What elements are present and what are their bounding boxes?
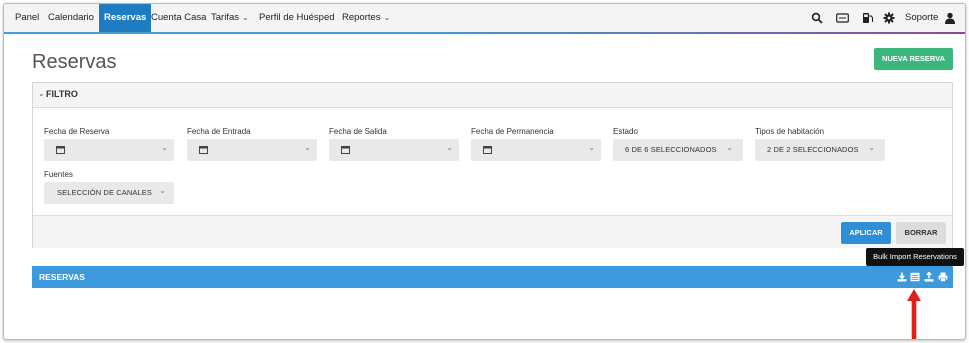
filter-footer: APLICAR BORRAR bbox=[33, 215, 952, 248]
filter-label-checkout-date: Fecha de Salida bbox=[329, 127, 387, 136]
chevron-down-icon: ⌄ bbox=[868, 143, 875, 152]
calendar-icon bbox=[199, 146, 208, 154]
new-reservation-button[interactable]: NUEVA RESERVA bbox=[874, 48, 953, 70]
chevron-down-icon: ⌄ bbox=[241, 13, 249, 22]
chevron-down-icon: ⌄ bbox=[38, 89, 45, 98]
checkout-date-field[interactable]: ⌄ bbox=[329, 139, 459, 161]
chevron-down-icon: ⌄ bbox=[161, 143, 168, 152]
filter-label-booking-date: Fecha de Reserva bbox=[44, 127, 110, 136]
nav-item-reportes[interactable]: Reportes ⌄ bbox=[342, 4, 390, 32]
nav-item-perfil-huesped[interactable]: Perfil de Huésped bbox=[259, 4, 335, 32]
nav-item-cuenta-casa[interactable]: Cuenta Casa bbox=[151, 4, 206, 32]
filter-label-sources: Fuentes bbox=[44, 170, 73, 179]
checkin-date-field[interactable]: ⌄ bbox=[187, 139, 317, 161]
nav-item-tarifas[interactable]: Tarifas ⌄ bbox=[211, 4, 249, 32]
chevron-down-icon: ⌄ bbox=[446, 143, 453, 152]
support-link[interactable]: Soporte bbox=[905, 4, 938, 32]
chevron-down-icon: ⌄ bbox=[726, 143, 733, 152]
reservations-header-bar: RESERVAS bbox=[32, 266, 953, 288]
bulk-import-icon[interactable] bbox=[910, 272, 920, 282]
sources-select[interactable]: SELECCIÓN DE CANALES ⌄ bbox=[44, 182, 174, 204]
room-types-select-value: 2 DE 2 SELECCIONADOS bbox=[767, 145, 859, 154]
print-icon[interactable] bbox=[938, 272, 948, 282]
filter-title: FILTRO bbox=[46, 89, 78, 99]
chevron-down-icon: ⌄ bbox=[383, 13, 391, 22]
stay-date-field[interactable]: ⌄ bbox=[471, 139, 601, 161]
nav-item-reportes-label: Reportes bbox=[342, 12, 381, 23]
gear-icon[interactable] bbox=[883, 12, 895, 24]
nav-item-calendario[interactable]: Calendario bbox=[48, 4, 94, 32]
user-icon[interactable] bbox=[944, 12, 956, 24]
filter-panel: ⌄ FILTRO Fecha de Reserva ⌄ Fecha de Ent… bbox=[32, 82, 953, 248]
chevron-down-icon: ⌄ bbox=[588, 143, 595, 152]
top-navigation: Panel Calendario Reservas Cuenta Casa Ta… bbox=[4, 4, 965, 34]
room-types-select[interactable]: 2 DE 2 SELECCIONADOS ⌄ bbox=[755, 139, 885, 161]
download-icon[interactable] bbox=[897, 272, 907, 282]
status-select-value: 6 DE 6 SELECCIONADOS bbox=[625, 145, 717, 154]
filter-header[interactable]: ⌄ FILTRO bbox=[33, 83, 952, 108]
filter-label-checkin-date: Fecha de Entrada bbox=[187, 127, 251, 136]
card-icon[interactable] bbox=[836, 12, 849, 24]
nav-item-tarifas-label: Tarifas bbox=[211, 12, 239, 23]
nav-item-panel[interactable]: Panel bbox=[15, 4, 39, 32]
calendar-icon bbox=[56, 146, 65, 154]
nav-item-reservas[interactable]: Reservas bbox=[99, 4, 152, 32]
bulk-import-tooltip: Bulk Import Reservations bbox=[866, 248, 964, 270]
sources-select-value: SELECCIÓN DE CANALES bbox=[57, 188, 152, 197]
chevron-down-icon: ⌄ bbox=[304, 143, 311, 152]
filter-label-status: Estado bbox=[613, 127, 638, 136]
fuel-pump-icon[interactable] bbox=[862, 12, 874, 24]
app-window: Panel Calendario Reservas Cuenta Casa Ta… bbox=[3, 3, 966, 340]
filter-label-stay-date: Fecha de Permanencia bbox=[471, 127, 554, 136]
calendar-icon bbox=[341, 146, 350, 154]
booking-date-field[interactable]: ⌄ bbox=[44, 139, 174, 161]
filter-label-room-types: Tipos de habitación bbox=[755, 127, 825, 136]
page-title: Reservas bbox=[32, 51, 117, 73]
apply-button[interactable]: APLICAR bbox=[841, 222, 891, 244]
clear-button[interactable]: BORRAR bbox=[896, 222, 946, 244]
reservations-title: RESERVAS bbox=[39, 272, 85, 282]
chevron-down-icon: ⌄ bbox=[159, 186, 166, 195]
red-arrow-annotation bbox=[907, 289, 921, 339]
upload-icon[interactable] bbox=[924, 272, 934, 282]
calendar-icon bbox=[483, 146, 492, 154]
search-icon[interactable] bbox=[811, 12, 823, 24]
status-select[interactable]: 6 DE 6 SELECCIONADOS ⌄ bbox=[613, 139, 743, 161]
